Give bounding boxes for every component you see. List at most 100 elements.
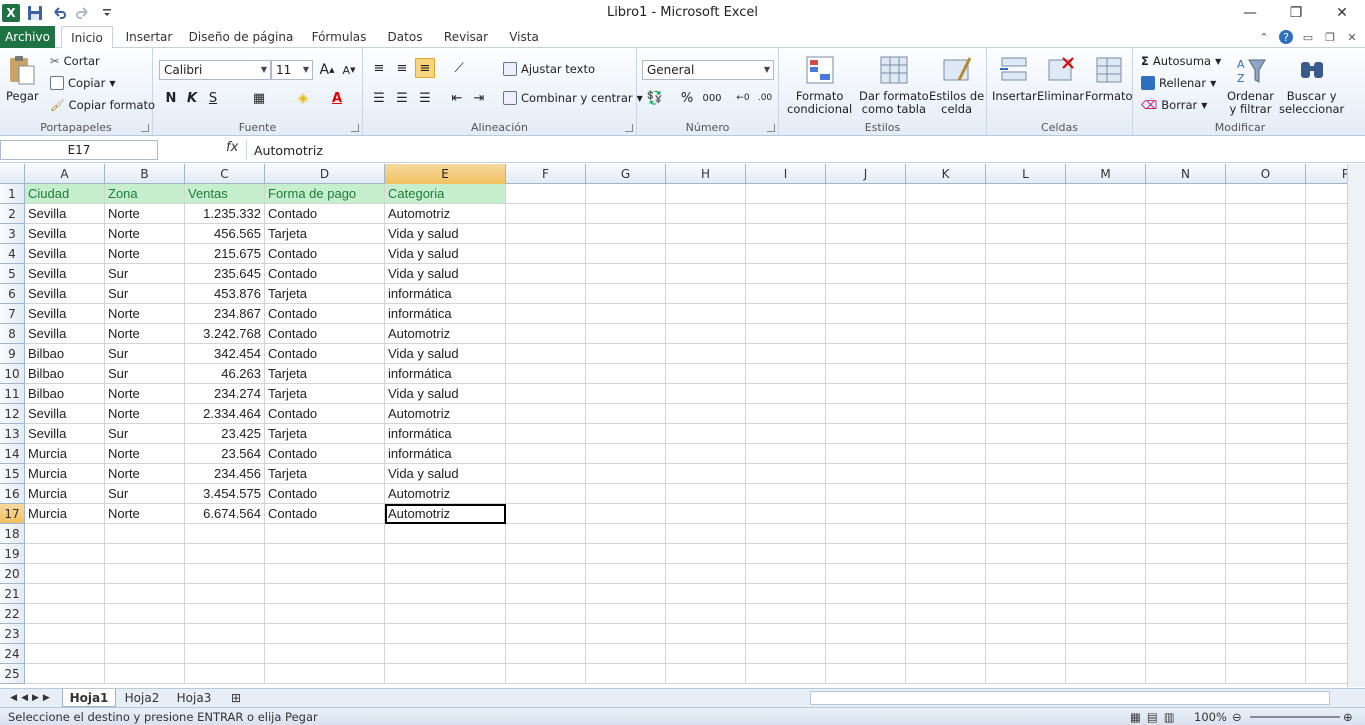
row-header[interactable]: 2 <box>0 204 25 224</box>
cell-g24[interactable] <box>586 644 666 664</box>
cell-e21[interactable] <box>385 584 506 604</box>
cell-j25[interactable] <box>826 664 906 684</box>
cell-h10[interactable] <box>666 364 746 384</box>
cell-i17[interactable] <box>746 504 826 524</box>
column-header-i[interactable]: I <box>746 164 826 184</box>
cell-m8[interactable] <box>1066 324 1146 344</box>
cell-m12[interactable] <box>1066 404 1146 424</box>
cell-p16[interactable] <box>1306 484 1347 504</box>
cell-k5[interactable] <box>906 264 986 284</box>
cell-j23[interactable] <box>826 624 906 644</box>
row-header[interactable]: 3 <box>0 224 25 244</box>
cell-n20[interactable] <box>1146 564 1226 584</box>
cell-h17[interactable] <box>666 504 746 524</box>
row-header[interactable]: 1 <box>0 184 25 204</box>
cell-n10[interactable] <box>1146 364 1226 384</box>
percent-button[interactable]: % <box>677 88 697 108</box>
sheet-tab-hoja1[interactable]: Hoja1 <box>62 689 116 707</box>
cell-e17[interactable]: Automotriz <box>385 504 506 524</box>
cell-d23[interactable] <box>265 624 385 644</box>
cell-m19[interactable] <box>1066 544 1146 564</box>
cell-c10[interactable]: 46.263 <box>185 364 265 384</box>
increase-decimal-icon[interactable]: ←0 <box>733 88 753 108</box>
column-header-m[interactable]: M <box>1066 164 1146 184</box>
cell-d19[interactable] <box>265 544 385 564</box>
cell-g18[interactable] <box>586 524 666 544</box>
cell-b6[interactable]: Sur <box>105 284 185 304</box>
cell-p8[interactable] <box>1306 324 1347 344</box>
cell-i20[interactable] <box>746 564 826 584</box>
font-name-select[interactable]: Calibri ▼ <box>159 60 271 80</box>
cell-i12[interactable] <box>746 404 826 424</box>
name-box[interactable]: E17 <box>0 140 158 160</box>
cell-h24[interactable] <box>666 644 746 664</box>
merge-center-button[interactable]: Combinar y centrar ▼ <box>503 91 643 105</box>
cell-b25[interactable] <box>105 664 185 684</box>
decrease-decimal-icon[interactable]: .00 <box>755 88 775 108</box>
cell-c23[interactable] <box>185 624 265 644</box>
cell-b7[interactable]: Norte <box>105 304 185 324</box>
cell-m5[interactable] <box>1066 264 1146 284</box>
cell-b19[interactable] <box>105 544 185 564</box>
cell-d9[interactable]: Contado <box>265 344 385 364</box>
cell-c12[interactable]: 2.334.464 <box>185 404 265 424</box>
cell-e10[interactable]: informática <box>385 364 506 384</box>
align-right-icon[interactable]: ☰ <box>415 88 435 108</box>
cell-a13[interactable]: Sevilla <box>25 424 105 444</box>
cell-o13[interactable] <box>1226 424 1306 444</box>
tab-inicio[interactable]: Inicio <box>61 26 113 49</box>
cell-o21[interactable] <box>1226 584 1306 604</box>
cell-g14[interactable] <box>586 444 666 464</box>
currency-icon[interactable]: 💱 <box>645 88 665 108</box>
cell-o1[interactable] <box>1226 184 1306 204</box>
page-break-view-icon[interactable]: ▥ <box>1164 710 1175 724</box>
cell-k21[interactable] <box>906 584 986 604</box>
cell-b5[interactable]: Sur <box>105 264 185 284</box>
delete-cells-button[interactable]: Eliminar <box>1037 54 1084 103</box>
cell-g16[interactable] <box>586 484 666 504</box>
cell-g11[interactable] <box>586 384 666 404</box>
cell-a15[interactable]: Murcia <box>25 464 105 484</box>
cell-i5[interactable] <box>746 264 826 284</box>
cell-o24[interactable] <box>1226 644 1306 664</box>
cell-o5[interactable] <box>1226 264 1306 284</box>
formula-input[interactable]: Automotriz <box>246 140 1351 160</box>
minimize-button[interactable]: — <box>1227 0 1273 26</box>
increase-indent-icon[interactable]: ⇥ <box>469 88 489 108</box>
cell-l19[interactable] <box>986 544 1066 564</box>
cell-d1[interactable]: Forma de pago <box>265 184 385 204</box>
cell-j22[interactable] <box>826 604 906 624</box>
cell-n1[interactable] <box>1146 184 1226 204</box>
cell-i9[interactable] <box>746 344 826 364</box>
cell-d24[interactable] <box>265 644 385 664</box>
cell-p12[interactable] <box>1306 404 1347 424</box>
align-left-icon[interactable]: ☰ <box>369 88 389 108</box>
decrease-indent-icon[interactable]: ⇤ <box>447 88 467 108</box>
cell-k9[interactable] <box>906 344 986 364</box>
cell-k2[interactable] <box>906 204 986 224</box>
cell-n19[interactable] <box>1146 544 1226 564</box>
column-header-p[interactable]: P <box>1306 164 1347 184</box>
cell-b9[interactable]: Sur <box>105 344 185 364</box>
column-header-e[interactable]: E <box>385 164 506 184</box>
zoom-slider[interactable] <box>1250 716 1340 718</box>
cell-a19[interactable] <box>25 544 105 564</box>
cell-n12[interactable] <box>1146 404 1226 424</box>
cell-m22[interactable] <box>1066 604 1146 624</box>
cell-o11[interactable] <box>1226 384 1306 404</box>
horizontal-scrollbar[interactable] <box>810 691 1330 705</box>
find-select-button[interactable]: Buscar y seleccionar <box>1279 54 1344 116</box>
cell-a14[interactable]: Murcia <box>25 444 105 464</box>
cell-l13[interactable] <box>986 424 1066 444</box>
clipboard-launcher-icon[interactable] <box>141 124 149 132</box>
cell-a11[interactable]: Bilbao <box>25 384 105 404</box>
cell-d20[interactable] <box>265 564 385 584</box>
cell-a18[interactable] <box>25 524 105 544</box>
cell-b22[interactable] <box>105 604 185 624</box>
cell-k10[interactable] <box>906 364 986 384</box>
cell-h11[interactable] <box>666 384 746 404</box>
cell-a10[interactable]: Bilbao <box>25 364 105 384</box>
cell-g7[interactable] <box>586 304 666 324</box>
cell-f16[interactable] <box>506 484 586 504</box>
cell-k3[interactable] <box>906 224 986 244</box>
